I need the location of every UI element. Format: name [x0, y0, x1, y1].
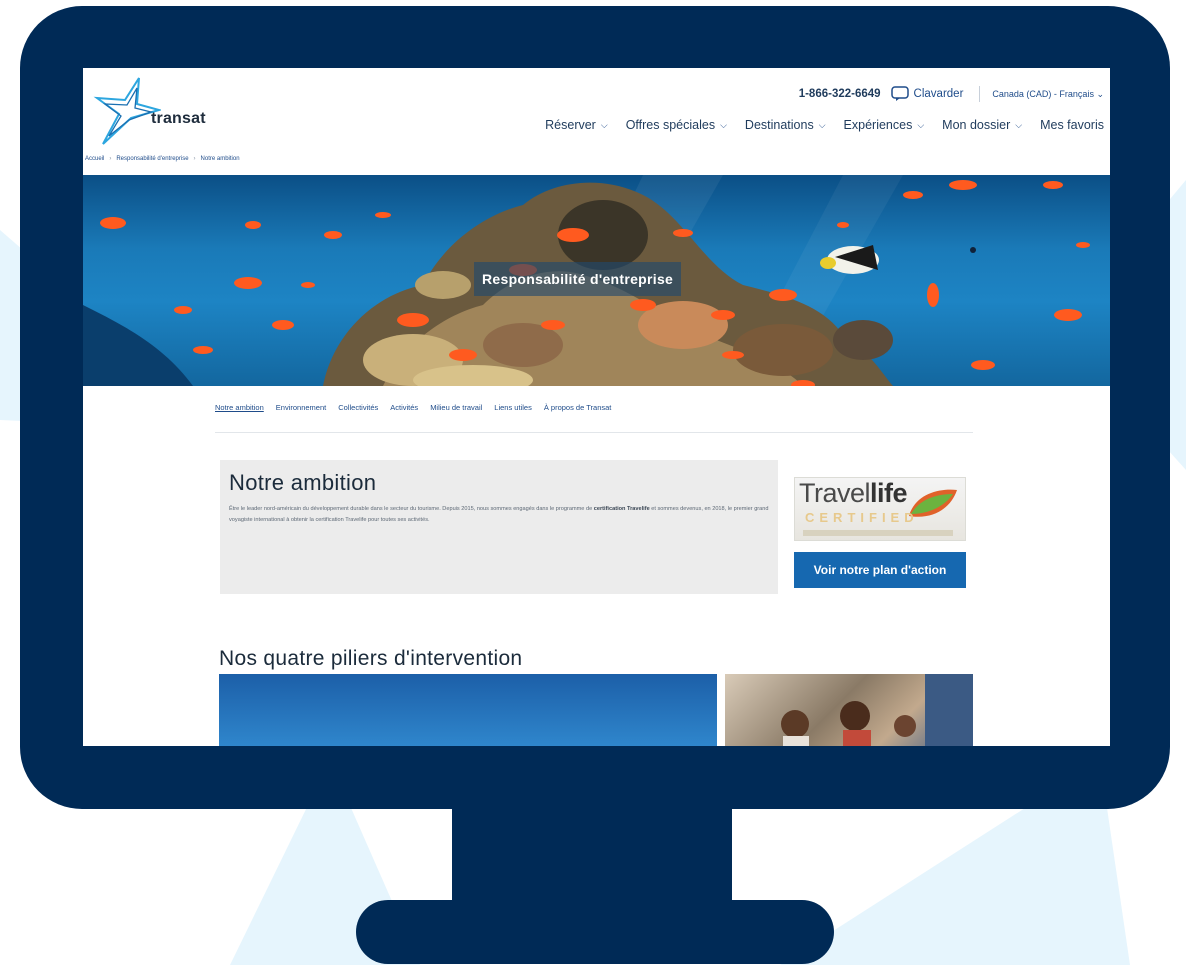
nav-reserver[interactable]: Réserver ⌵	[545, 118, 608, 132]
breadcrumb-item[interactable]: Responsabilité d'entreprise	[116, 156, 188, 162]
certified-label: CERTIFIED	[805, 510, 919, 525]
nav-destinations[interactable]: Destinations ⌵	[745, 118, 826, 132]
pillar-image-environment[interactable]	[219, 674, 717, 746]
children-photo	[781, 674, 973, 746]
subnav-liens-utiles[interactable]: Liens utiles	[494, 401, 532, 412]
chevron-down-icon: ⌵	[1015, 119, 1023, 130]
breadcrumb-current: Notre ambition	[200, 156, 240, 162]
subnav-notre-ambition[interactable]: Notre ambition	[215, 401, 264, 412]
pillar-image-communities[interactable]	[725, 674, 973, 746]
nav-label: Offres spéciales	[625, 118, 716, 132]
nav-label: Destinations	[744, 118, 814, 132]
nav-label: Mon dossier	[942, 118, 1011, 132]
travelife-word-light: Travel	[799, 478, 871, 508]
monitor-base	[356, 900, 834, 964]
ambition-card: Notre ambition Être le leader nord-améri…	[220, 460, 778, 594]
locale-label: Canada (CAD) - Français	[992, 88, 1094, 99]
transat-logo[interactable]: transat	[91, 74, 231, 150]
nav-label: Mes favoris	[1040, 118, 1104, 132]
travelife-wordmark: Travellife	[799, 478, 908, 509]
nav-label: Réserver	[545, 118, 596, 132]
chevron-down-icon: ⌵	[917, 119, 925, 130]
pillars-title: Nos quatre piliers d'intervention	[219, 647, 523, 670]
hero-title: Responsabilité d'entreprise	[474, 262, 682, 296]
breadcrumb-separator: ›	[109, 156, 112, 162]
chevron-down-icon: ⌵	[600, 119, 608, 130]
hero-banner: Responsabilité d'entreprise	[83, 175, 1110, 386]
screen: transat 1-866-322-6649 Clavarder Canada …	[83, 68, 1110, 746]
logo-band	[803, 530, 953, 536]
breadcrumb: Accueil › Responsabilité d'entreprise › …	[85, 156, 240, 162]
travelife-word-bold: life	[870, 478, 908, 508]
nav-mes-favoris[interactable]: Mes favoris	[1040, 118, 1104, 132]
nav-offres-speciales[interactable]: Offres spéciales ⌵	[626, 118, 727, 132]
chevron-down-icon: ⌵	[818, 119, 826, 130]
subnav-milieu-de-travail[interactable]: Milieu de travail	[430, 401, 482, 412]
subnav-environnement[interactable]: Environnement	[276, 401, 326, 412]
breadcrumb-separator: ›	[193, 156, 196, 162]
locale-selector[interactable]: Canada (CAD) - Français ⌄	[992, 89, 1104, 100]
section-subnav: Notre ambition Environnement Collectivit…	[215, 401, 973, 433]
subnav-a-propos[interactable]: À propos de Transat	[544, 401, 612, 412]
ambition-text-part: Être le leader nord-américain du dévelop…	[229, 506, 594, 512]
phone-number[interactable]: 1-866-322-6649	[799, 88, 881, 100]
subnav-collectivites[interactable]: Collectivités	[338, 401, 378, 412]
chat-link[interactable]: Clavarder	[914, 88, 964, 100]
main-nav: Réserver ⌵ Offres spéciales ⌵ Destinations…	[527, 118, 1104, 132]
nav-label: Expériences	[843, 118, 913, 132]
chat-icon[interactable]	[890, 86, 911, 102]
breadcrumb-item[interactable]: Accueil	[85, 156, 104, 162]
action-plan-button[interactable]: Voir notre plan d'action	[794, 552, 966, 588]
travelife-certification-link[interactable]: certification Travelife	[594, 506, 650, 512]
utility-bar: 1-866-322-6649 Clavarder Canada (CAD) - …	[799, 84, 1104, 104]
ambition-title: Notre ambition	[229, 470, 377, 495]
divider	[979, 86, 981, 102]
logo-wordmark: transat	[151, 110, 206, 127]
nav-mon-dossier[interactable]: Mon dossier ⌵	[942, 118, 1022, 132]
chevron-down-icon: ⌵	[720, 119, 727, 130]
nav-experiences[interactable]: Expériences ⌵	[844, 118, 925, 132]
subnav-activites[interactable]: Activités	[390, 401, 418, 412]
chevron-down-icon: ⌄	[1096, 88, 1104, 99]
travelife-certified-logo: Travellife CERTIFIED	[794, 477, 966, 541]
ambition-text: Être le leader nord-américain du dévelop…	[229, 504, 774, 525]
